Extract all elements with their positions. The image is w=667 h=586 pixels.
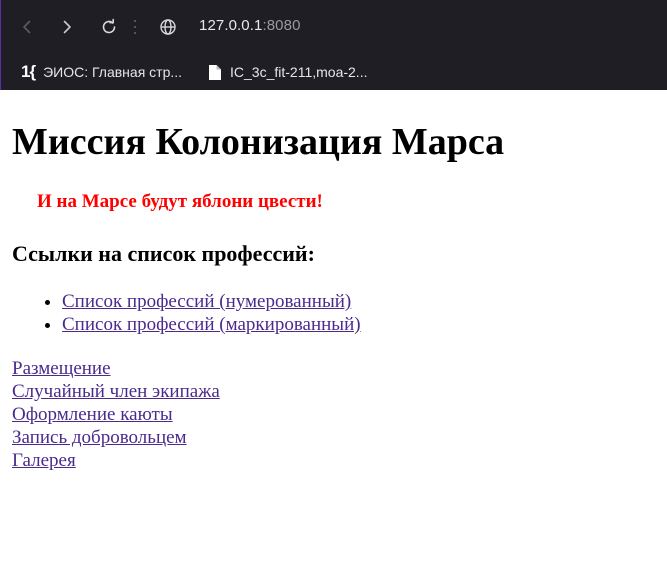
bookmark-file[interactable]: IC_3c_fit-211,moa-2...: [208, 59, 367, 85]
address-bar[interactable]: 127.0.0.1:8080: [199, 17, 301, 34]
link-placement[interactable]: Размещение: [12, 357, 220, 380]
browser-toolbar: 127.0.0.1:8080: [1, 0, 667, 54]
reload-button[interactable]: [97, 15, 121, 39]
link-random-crew-member[interactable]: Случайный член экипажа: [12, 380, 220, 403]
professions-heading: Ссылки на список профессий:: [12, 241, 315, 266]
bookmark-label: ЭИОС: Главная стр...: [43, 64, 183, 80]
link-professions-bulleted[interactable]: Список профессий (маркированный): [62, 314, 361, 335]
link-gallery[interactable]: Галерея: [12, 449, 220, 472]
arrow-right-icon: [63, 20, 71, 34]
professions-list: Список профессий (нумерованный) Список п…: [12, 290, 361, 336]
page-content: Миссия Колонизация Марса И на Марсе буду…: [12, 90, 667, 586]
list-item: Список профессий (нумерованный): [62, 290, 361, 313]
site-info-button[interactable]: [156, 15, 180, 39]
back-button[interactable]: [15, 15, 39, 39]
toolbar-separator: [134, 20, 137, 34]
forward-button[interactable]: [55, 15, 79, 39]
list-item: Список профессий (маркированный): [62, 313, 361, 336]
page-title: Миссия Колонизация Марса: [12, 121, 505, 163]
slogan: И на Марсе будут яблони цвести!: [37, 191, 323, 212]
nav-links: Размещение Случайный член экипажа Оформл…: [12, 357, 220, 472]
eios-logo-icon: 1{: [21, 62, 36, 81]
file-icon: [208, 64, 222, 81]
link-volunteer-signup[interactable]: Запись добровольцем: [12, 426, 220, 449]
browser-chrome: 127.0.0.1:8080 1{ ЭИОС: Главная стр... I…: [0, 0, 667, 90]
link-professions-numbered[interactable]: Список профессий (нумерованный): [62, 291, 351, 312]
url-port: :8080: [262, 17, 301, 34]
bookmark-eios[interactable]: 1{ ЭИОС: Главная стр...: [21, 59, 182, 85]
bookmark-label: IC_3c_fit-211,moa-2...: [230, 64, 368, 80]
arrow-left-icon: [23, 20, 31, 34]
url-host: 127.0.0.1: [199, 17, 263, 34]
globe-icon: [160, 19, 176, 35]
link-cabin-design[interactable]: Оформление каюты: [12, 403, 220, 426]
bookmarks-bar: 1{ ЭИОС: Главная стр... IC_3c_fit-211,mo…: [1, 54, 667, 90]
reload-icon: [102, 18, 116, 34]
